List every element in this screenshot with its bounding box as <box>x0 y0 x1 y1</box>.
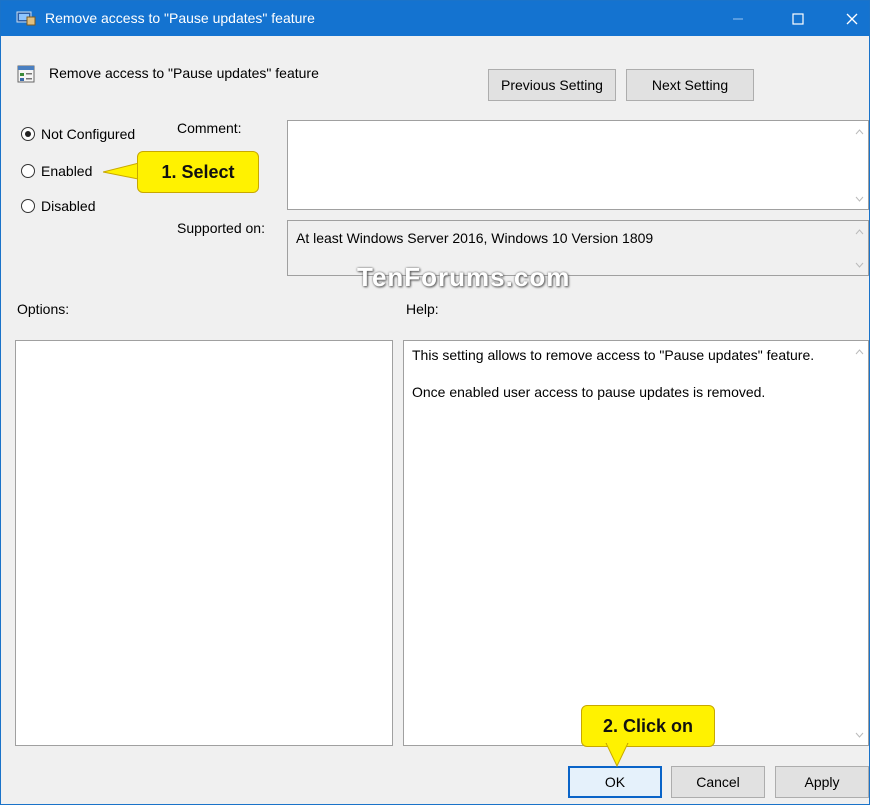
radio-circle[interactable] <box>21 199 35 213</box>
group-policy-window-icon <box>16 11 36 26</box>
radio-label: Not Configured <box>41 126 136 142</box>
title-bar[interactable]: Remove access to "Pause updates" feature <box>1 1 869 36</box>
radio-not-configured[interactable]: Not Configured <box>21 126 135 142</box>
apply-button[interactable]: Apply <box>775 766 869 798</box>
chevron-down-icon <box>855 262 864 268</box>
minimize-button[interactable] <box>715 1 761 36</box>
radio-circle[interactable] <box>21 164 35 178</box>
maximize-icon <box>792 12 804 25</box>
radio-enabled[interactable]: Enabled <box>21 163 92 179</box>
callout-step2: 2. Click on <box>581 705 715 747</box>
scroll-down-arrow[interactable] <box>851 726 868 743</box>
callout-pointer-step2 <box>605 743 629 767</box>
supported-on-value: At least Windows Server 2016, Windows 10… <box>296 230 654 246</box>
close-icon <box>846 13 858 24</box>
options-pane[interactable] <box>15 340 393 746</box>
help-label: Help: <box>406 301 439 317</box>
close-button[interactable] <box>829 1 869 36</box>
help-scrollbar[interactable] <box>851 341 868 745</box>
options-label: Options: <box>17 301 70 317</box>
chevron-up-icon <box>855 128 864 134</box>
watermark-text: TenForums.com <box>357 262 571 292</box>
window-title: Remove access to "Pause updates" feature <box>45 10 315 26</box>
policy-setting-dialog: Remove access to "Pause updates" feature… <box>0 0 870 805</box>
help-text-line: Once enabled user access to pause update… <box>412 384 766 400</box>
chevron-up-icon <box>855 228 864 234</box>
comment-textarea[interactable] <box>287 120 869 210</box>
setting-name: Remove access to "Pause updates" feature <box>49 65 319 81</box>
scroll-down-arrow[interactable] <box>851 256 868 273</box>
minimize-icon <box>733 18 743 19</box>
radio-label: Disabled <box>41 198 96 214</box>
ok-button[interactable]: OK <box>568 766 662 798</box>
chevron-down-icon <box>855 732 864 738</box>
radio-circle-checked[interactable] <box>21 127 35 141</box>
comment-scrollbar[interactable] <box>851 121 868 209</box>
previous-setting-button[interactable]: Previous Setting <box>488 69 616 101</box>
scroll-up-arrow[interactable] <box>851 343 868 360</box>
supported-scrollbar[interactable] <box>851 221 868 275</box>
maximize-button[interactable] <box>775 1 821 36</box>
supported-on-label: Supported on: <box>177 220 265 236</box>
chevron-down-icon <box>855 196 864 202</box>
policy-setting-icon <box>17 65 35 83</box>
scroll-down-arrow[interactable] <box>851 190 868 207</box>
help-text-line: This setting allows to remove access to … <box>412 347 815 363</box>
scroll-up-arrow[interactable] <box>851 223 868 240</box>
scroll-up-arrow[interactable] <box>851 123 868 140</box>
chevron-up-icon <box>855 348 864 354</box>
comment-label: Comment: <box>177 120 242 136</box>
help-pane[interactable]: This setting allows to remove access to … <box>403 340 869 746</box>
callout-step1: 1. Select <box>137 151 259 193</box>
next-setting-button[interactable]: Next Setting <box>626 69 754 101</box>
radio-label: Enabled <box>41 163 93 179</box>
cancel-button[interactable]: Cancel <box>671 766 765 798</box>
radio-disabled[interactable]: Disabled <box>21 198 95 214</box>
